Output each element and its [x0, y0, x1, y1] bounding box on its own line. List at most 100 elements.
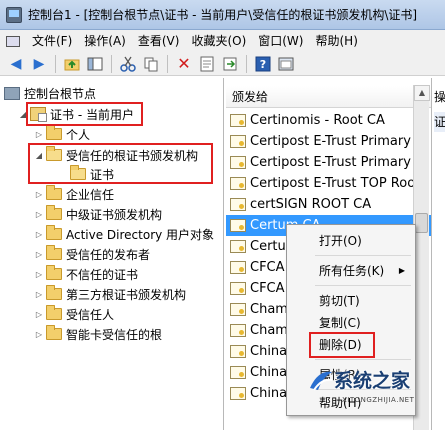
certificate-icon	[230, 198, 246, 211]
menu-help[interactable]: 帮助(H)	[309, 31, 363, 51]
certificate-icon	[230, 387, 246, 400]
certificate-icon	[230, 366, 246, 379]
certificate-icon	[230, 177, 246, 190]
toolbar-separator	[111, 54, 112, 73]
certificate-icon	[230, 135, 246, 148]
tree-item-label: 第三方根证书颁发机构	[66, 287, 187, 302]
folder-icon	[46, 225, 62, 240]
expand-arrow-icon[interactable]: ▷	[34, 205, 44, 223]
folder-icon	[46, 205, 62, 220]
up-folder-icon[interactable]	[62, 54, 82, 74]
folder-icon	[46, 305, 62, 320]
tree-item-label: 不信任的证书	[66, 267, 139, 282]
expand-arrow-icon[interactable]: ▷	[34, 325, 44, 343]
tree-item-personal[interactable]: ▷ 个人	[34, 125, 90, 143]
tree-item-smart-card-root[interactable]: ▷ 智能卡受信任的根	[34, 325, 162, 343]
certificate-icon	[230, 324, 246, 337]
folder-icon	[46, 325, 62, 340]
highlight-box-cert-current-user	[26, 102, 143, 126]
console-icon[interactable]	[276, 54, 296, 74]
ctx-all-tasks[interactable]: 所有任务(K)	[319, 261, 409, 281]
ctx-all-tasks-label: 所有任务(K)	[319, 264, 385, 278]
tree-item-label: 受信任人	[66, 307, 115, 322]
actions-header: 操	[434, 90, 445, 104]
scroll-up-arrow-icon[interactable]: ▲	[414, 85, 430, 101]
system-menu-icon[interactable]	[4, 33, 22, 49]
tree-item-third-party-root[interactable]: ▷ 第三方根证书颁发机构	[34, 285, 186, 303]
expand-arrow-icon[interactable]: ▷	[34, 285, 44, 303]
tree-item-label: 企业信任	[66, 187, 115, 202]
show-hide-tree-icon[interactable]	[85, 54, 105, 74]
actions-subheader[interactable]: 证	[434, 112, 445, 132]
title-bar: 控制台1 - [控制台根节点\证书 - 当前用户\受信任的根证书颁发机构\证书]	[0, 0, 445, 30]
column-header-issued-to[interactable]: 颁发给	[226, 86, 436, 108]
menu-file[interactable]: 文件(F)	[26, 31, 78, 51]
expand-arrow-icon[interactable]: ▷	[34, 305, 44, 323]
tree-item-label: 智能卡受信任的根	[66, 327, 163, 342]
menu-window[interactable]: 窗口(W)	[252, 31, 309, 51]
menu-action[interactable]: 操作(A)	[78, 31, 132, 51]
folder-icon	[46, 265, 62, 280]
watermark-url: XITONGZHIJIA.NET	[342, 396, 415, 404]
menu-view[interactable]: 查看(V)	[132, 31, 186, 51]
tree-item-enterprise-trust[interactable]: ▷ 企业信任	[34, 185, 114, 203]
list-item[interactable]: certSIGN ROOT CA	[230, 194, 436, 215]
certificate-icon	[230, 345, 246, 358]
folder-icon	[46, 245, 62, 260]
expand-arrow-icon[interactable]: ▷	[34, 265, 44, 283]
menu-separator	[315, 285, 411, 286]
menu-separator	[315, 255, 411, 256]
tree-item-label: 控制台根节点	[24, 86, 97, 101]
help-icon[interactable]: ?	[253, 54, 273, 74]
toolbar-separator	[167, 54, 168, 73]
tree-item-intermediate-ca[interactable]: ▷ 中级证书颁发机构	[34, 205, 162, 223]
tree-item-label: 中级证书颁发机构	[66, 207, 163, 222]
console-app-icon	[6, 6, 22, 23]
certificate-icon	[230, 219, 246, 232]
expand-arrow-icon[interactable]: ▷	[34, 185, 44, 203]
forward-icon[interactable]: ▶	[29, 54, 49, 74]
expand-arrow-icon[interactable]: ▷	[34, 125, 44, 143]
menu-favorites[interactable]: 收藏夹(O)	[185, 31, 252, 51]
expand-arrow-icon[interactable]: ▷	[34, 245, 44, 263]
toolbar-separator	[246, 54, 247, 73]
list-item[interactable]: Certipost E-Trust Primary Q	[230, 152, 436, 173]
certificate-icon	[230, 240, 246, 253]
list-item[interactable]: Certinomis - Root CA	[230, 110, 436, 131]
folder-icon	[46, 185, 62, 200]
folder-icon	[46, 285, 62, 300]
tree-item-console-root[interactable]: 控制台根节点	[4, 84, 96, 102]
watermark-brand: 系统之家	[334, 370, 411, 392]
back-icon[interactable]: ◀	[6, 54, 26, 74]
cut-icon[interactable]	[118, 54, 138, 74]
scrollbar-thumb[interactable]	[415, 213, 428, 233]
certificate-icon	[230, 282, 246, 295]
ctx-cut[interactable]: 剪切(T)	[319, 291, 360, 311]
tree-item-label: 受信任的发布者	[66, 247, 151, 262]
tree-item-ad-user-object[interactable]: ▷ Active Directory 用户对象	[34, 225, 214, 243]
ctx-copy[interactable]: 复制(C)	[319, 313, 361, 333]
expand-arrow-icon[interactable]: ▷	[34, 225, 44, 243]
properties-icon[interactable]	[197, 54, 217, 74]
folder-icon	[46, 125, 62, 140]
certificate-icon	[230, 261, 246, 274]
svg-text:?: ?	[260, 58, 266, 71]
list-item[interactable]: Certipost E-Trust Primary N	[230, 131, 436, 152]
toolbar-separator	[55, 54, 56, 73]
tree-item-trusted-people[interactable]: ▷ 受信任人	[34, 305, 114, 323]
menu-bar: 文件(F) 操作(A) 查看(V) 收藏夹(O) 窗口(W) 帮助(H)	[0, 30, 445, 52]
delete-icon[interactable]: ✕	[174, 54, 194, 74]
list-item[interactable]: Certipost E-Trust TOP Root	[230, 173, 436, 194]
certificate-icon	[230, 156, 246, 169]
tree-item-trusted-publishers[interactable]: ▷ 受信任的发布者	[34, 245, 150, 263]
ctx-open[interactable]: 打开(O)	[319, 231, 362, 251]
certificate-icon	[230, 303, 246, 316]
submenu-arrow-icon: ▶	[398, 266, 405, 275]
toolbar: ◀ ▶ ✕ ?	[0, 52, 445, 76]
export-icon[interactable]	[220, 54, 240, 74]
watermark-logo-icon	[310, 371, 333, 391]
tree-item-label: Active Directory 用户对象	[66, 227, 215, 242]
tree-item-untrusted-certs[interactable]: ▷ 不信任的证书	[34, 265, 138, 283]
console-tree-pane: 控制台根节点 ◢ 证书 - 当前用户 ▷ 个人 ◢ 受信任的根证书颁发机构 证书…	[0, 78, 224, 430]
copy-icon[interactable]	[141, 54, 161, 74]
